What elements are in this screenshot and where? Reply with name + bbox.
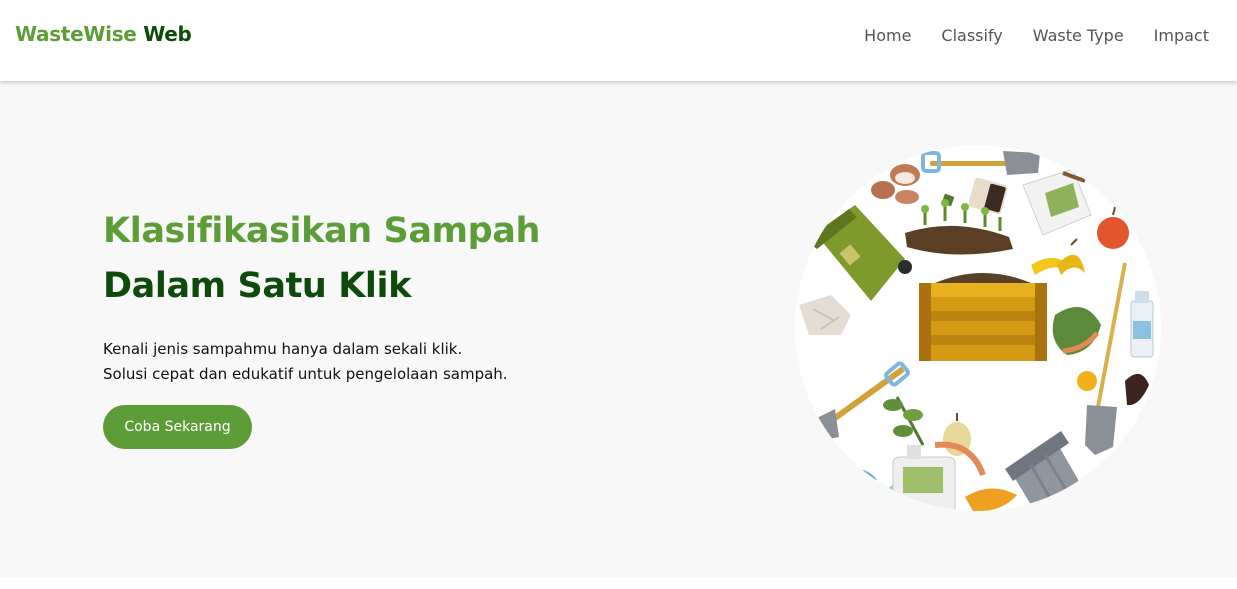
- nav-links: Home Classify Waste Type Impact: [834, 26, 1209, 45]
- hero-title-line2: Dalam Satu Klik: [103, 266, 411, 306]
- apple-core-icon: [1097, 206, 1129, 249]
- nav-home[interactable]: Home: [864, 26, 911, 45]
- cta-button[interactable]: Coba Sekarang: [103, 405, 252, 449]
- hero-section: Klasifikasikan Sampah Dalam Satu Klik Ke…: [0, 81, 1237, 577]
- hero-description: Kenali jenis sampahmu hanya dalam sekali…: [103, 337, 603, 387]
- hero-title-line1: Klasifikasikan Sampah: [103, 211, 540, 251]
- hero-description-line2: Solusi cepat dan edukatif untuk pengelol…: [103, 365, 508, 383]
- green-bin-icon: [807, 205, 912, 301]
- brand-logo[interactable]: WasteWise Web: [15, 22, 192, 46]
- hero-description-line1: Kenali jenis sampahmu hanya dalam sekali…: [103, 340, 463, 358]
- grey-trash-can-icon: [1005, 431, 1095, 511]
- herbs-icon: [883, 396, 925, 446]
- compost-crate-icon: [919, 273, 1047, 361]
- watermelon-rind-icon: [1052, 307, 1101, 355]
- nav-waste-type[interactable]: Waste Type: [1033, 26, 1124, 45]
- seed-bag-icon: [1022, 168, 1092, 236]
- waste-illustration: [795, 145, 1161, 511]
- brand-name-part2: Web: [143, 22, 192, 46]
- banana-peel-icon: [1031, 238, 1085, 275]
- spade-icon: [1085, 405, 1117, 455]
- page-bottom: [0, 577, 1237, 589]
- eggshell-icon: [871, 164, 920, 204]
- crumpled-paper-icon: [799, 295, 851, 335]
- shovel-icon: [921, 151, 1040, 175]
- nav-classify[interactable]: Classify: [941, 26, 1002, 45]
- water-bottle-icon: [1130, 291, 1154, 358]
- navbar: WasteWise Web Home Classify Waste Type I…: [0, 0, 1237, 81]
- brand-name-part1: WasteWise: [15, 22, 137, 46]
- nav-impact[interactable]: Impact: [1154, 26, 1209, 45]
- cleaner-jug-icon: [892, 445, 956, 511]
- waste-illustration-graphic: [799, 151, 1154, 511]
